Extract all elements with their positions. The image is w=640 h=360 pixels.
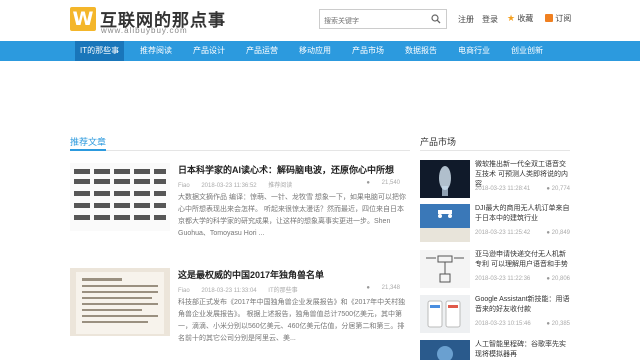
article-excerpt: 科技部正式发布《2017年中国独角兽企业发展报告》和《2017年中关村独角兽企业… (178, 299, 406, 342)
article-author: Fiao (178, 288, 190, 294)
market-views: ● 20,774 (546, 186, 570, 192)
market-title[interactable]: 亚马逊申请快递交付无人机新专利 可以理解用户语音和手势 (475, 250, 570, 270)
article-views: ● 21,348 (366, 285, 400, 291)
eye-icon: ● (546, 186, 550, 192)
nav-item-mobile-apps[interactable]: 移动应用 (294, 41, 336, 61)
article-meta: Fiao 2018-03-23 11:33:04 IT的那些事 ● 21,348 (178, 285, 410, 294)
nav-item-it[interactable]: IT的那些事 (75, 41, 125, 61)
search-input[interactable] (320, 12, 428, 31)
market-thumbnail[interactable] (420, 250, 470, 288)
search-icon[interactable] (426, 10, 446, 28)
article-category[interactable]: 推荐阅读 (268, 183, 292, 189)
market-thumbnail[interactable] (420, 204, 470, 242)
section-divider (70, 150, 410, 151)
login-link[interactable]: 登录 (482, 15, 498, 24)
market-views: ● 20,806 (546, 276, 570, 282)
subscribe-label: 订阅 (555, 14, 572, 23)
account-links: 注册 登录 (458, 14, 506, 25)
nav-item-startup[interactable]: 创业创新 (506, 41, 548, 61)
section-accent (70, 149, 106, 151)
market-item: 人工智能里程碑：谷歌率先实现将模拟器再 (420, 340, 570, 360)
article-excerpt: 大数据文摘作品 编译：惊萌、一针、龙牧雪 想象一下，如果电脑可以把你心中所想表现… (178, 194, 406, 237)
market-date: 2018-03-23 10:15:46 (475, 321, 531, 327)
star-icon: ★ (507, 13, 516, 23)
article-meta: Fiao 2018-03-23 11:36:52 推荐阅读 ● 21,540 (178, 180, 410, 189)
market-thumbnail[interactable] (420, 160, 470, 198)
article-title[interactable]: 日本科学家的AI读心术：解码脑电波，还原你心中所想 (178, 163, 394, 176)
eye-icon: ● (546, 276, 550, 282)
market-date: 2018-03-23 11:22:36 (475, 276, 531, 282)
article-category[interactable]: IT的那些事 (268, 288, 297, 294)
article-item: 这是最权威的中国2017年独角兽名单 Fiao 2018-03-23 11:33… (70, 268, 410, 358)
article-title[interactable]: 这是最权威的中国2017年独角兽名单 (178, 268, 324, 281)
site-header: W 互联网的那点事 www.alibuybuy.com 注册登录 ★ 收藏 订阅 (0, 0, 640, 41)
register-link[interactable]: 注册 (458, 15, 474, 24)
favorite-link[interactable]: ★ 收藏 (507, 13, 533, 24)
subscribe-link[interactable]: 订阅 (545, 13, 571, 24)
article-item: 日本科学家的AI读心术：解码脑电波，还原你心中所想 Fiao 2018-03-2… (70, 163, 410, 253)
market-heading[interactable]: 产品市场 (420, 135, 456, 148)
favorite-label: 收藏 (517, 14, 534, 23)
article-thumbnail[interactable] (70, 163, 170, 231)
logo-icon[interactable]: W (70, 7, 96, 31)
market-item: Google Assistant新技能：用语音来的好友收付款 2018-03-2… (420, 295, 570, 339)
site-domain: www.alibuybuy.com (101, 26, 188, 35)
section-divider (420, 150, 570, 151)
nav-item-ecommerce[interactable]: 电商行业 (453, 41, 495, 61)
article-date: 2018-03-23 11:33:04 (201, 288, 257, 294)
nav-item-product-design[interactable]: 产品设计 (188, 41, 230, 61)
market-thumbnail[interactable] (420, 340, 470, 360)
market-date: 2018-03-23 11:28:41 (475, 186, 531, 192)
recommended-heading[interactable]: 推荐文章 (70, 135, 106, 148)
eye-icon: ● (546, 321, 550, 327)
eye-icon: ● (366, 285, 370, 291)
market-title[interactable]: DJI最大的商用无人机订单来自于日本中的建筑行业 (475, 204, 570, 224)
market-item: DJI最大的商用无人机订单来自于日本中的建筑行业 2018-03-23 11:2… (420, 204, 570, 248)
market-item: 亚马逊申请快递交付无人机新专利 可以理解用户语音和手势 2018-03-23 1… (420, 250, 570, 294)
article-views: ● 21,540 (366, 180, 400, 186)
eye-icon: ● (366, 180, 370, 186)
article-thumbnail[interactable] (70, 268, 170, 336)
market-title[interactable]: 人工智能里程碑：谷歌率先实现将模拟器再 (475, 340, 570, 360)
nav-item-product-ops[interactable]: 产品运营 (241, 41, 283, 61)
market-thumbnail[interactable] (420, 295, 470, 333)
main-nav: IT的那些事 推荐阅读 产品设计 产品运营 移动应用 产品市场 数据报告 电商行… (0, 41, 640, 61)
market-date: 2018-03-23 11:25:42 (475, 230, 531, 236)
article-author: Fiao (178, 183, 190, 189)
eye-icon: ● (546, 230, 550, 236)
market-views: ● 20,385 (546, 321, 570, 327)
nav-item-data-reports[interactable]: 数据报告 (400, 41, 442, 61)
market-title[interactable]: Google Assistant新技能：用语音来的好友收付款 (475, 295, 570, 315)
nav-item-recommended[interactable]: 推荐阅读 (135, 41, 177, 61)
market-item: 微软推出新一代全双工语音交互技术 可预测人类即将说的内容 2018-03-23 … (420, 160, 570, 204)
market-views: ● 20,849 (546, 230, 570, 236)
article-date: 2018-03-23 11:36:52 (201, 183, 257, 189)
rss-icon (545, 14, 553, 22)
nav-item-product-market[interactable]: 产品市场 (347, 41, 389, 61)
search-box (319, 9, 447, 31)
